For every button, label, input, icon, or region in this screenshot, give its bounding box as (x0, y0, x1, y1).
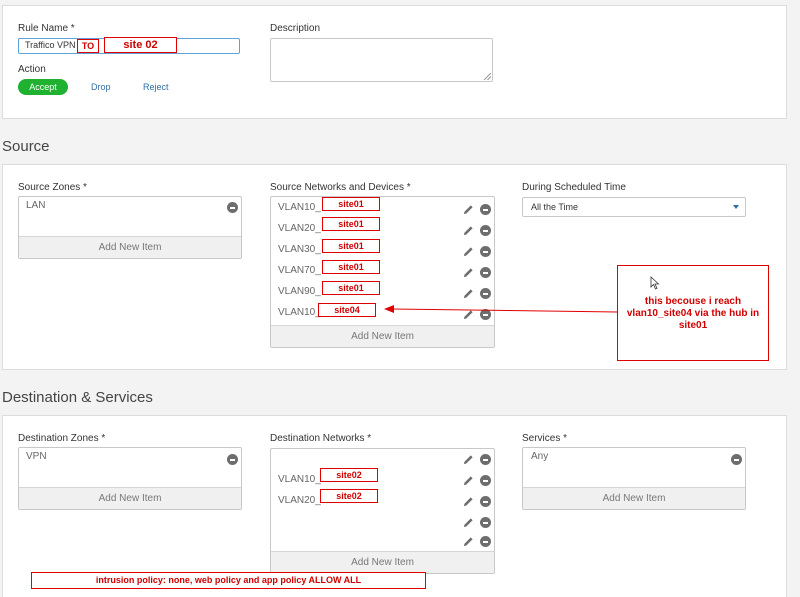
edit-icon[interactable] (463, 496, 474, 507)
edit-icon[interactable] (463, 517, 474, 528)
remove-icon[interactable] (731, 454, 742, 465)
annotation-dest-site: site02 (320, 489, 378, 503)
remove-icon[interactable] (227, 202, 238, 213)
list-item: VLAN10_ (271, 303, 494, 324)
reject-button[interactable]: Reject (143, 79, 169, 95)
list-item: VLAN90_ (271, 282, 494, 303)
add-new-item-button[interactable]: Add New Item (271, 551, 494, 573)
accept-button[interactable]: Accept (18, 79, 68, 95)
annotation-note: this becouse i reach vlan10_site04 via t… (626, 296, 760, 331)
mouse-cursor-icon (650, 276, 660, 290)
source-zones-list: LAN Add New Item (18, 196, 242, 259)
zone-value: LAN (26, 200, 46, 211)
destination-networks-list: VLAN10_ VLAN20_ Add New Item (270, 448, 495, 574)
add-new-item-button[interactable]: Add New Item (271, 325, 494, 347)
services-label: Services * (522, 433, 568, 444)
annotation-to: TO (77, 39, 99, 53)
annotation-note-box: this becouse i reach vlan10_site04 via t… (617, 265, 769, 361)
source-networks-list: VLAN10_ VLAN20_ VLAN30_ VLAN70_ VLAN90_ … (270, 196, 495, 348)
edit-icon[interactable] (463, 454, 474, 465)
destination-zones-list: VPN Add New Item (18, 447, 242, 510)
chevron-down-icon (733, 205, 739, 209)
annotation-policy: intrusion policy: none, web policy and a… (31, 572, 426, 589)
network-value: VLAN30_ (278, 244, 321, 255)
remove-icon[interactable] (480, 475, 491, 486)
list-item (271, 532, 494, 553)
action-label: Action (18, 64, 46, 75)
add-new-item-button[interactable]: Add New Item (523, 487, 745, 509)
schedule-value: All the Time (531, 202, 579, 212)
list-item (271, 449, 494, 470)
destination-panel: Destination Zones * VPN Add New Item Des… (2, 415, 787, 597)
destination-zones-label: Destination Zones * (18, 433, 106, 444)
network-value: VLAN10_ (278, 474, 321, 485)
annotation-source-site: site04 (318, 303, 376, 317)
remove-icon[interactable] (480, 496, 491, 507)
edit-icon[interactable] (463, 204, 474, 215)
destination-networks-label: Destination Networks * (270, 433, 372, 444)
source-zones-label: Source Zones * (18, 182, 87, 193)
remove-icon[interactable] (227, 454, 238, 465)
edit-icon[interactable] (463, 288, 474, 299)
schedule-label: During Scheduled Time (522, 182, 626, 193)
network-value: VLAN20_ (278, 223, 321, 234)
remove-icon[interactable] (480, 267, 491, 278)
edit-icon[interactable] (463, 309, 474, 320)
annotation-site-header: site 02 (104, 37, 177, 53)
destination-title: Destination & Services (2, 389, 153, 406)
remove-icon[interactable] (480, 309, 491, 320)
resize-grip-icon[interactable] (484, 73, 491, 80)
edit-icon[interactable] (463, 246, 474, 257)
list-item: Any (523, 448, 745, 469)
remove-icon[interactable] (480, 288, 491, 299)
annotation-source-site: site01 (322, 260, 380, 274)
list-item: VLAN10_ (271, 469, 494, 490)
schedule-select[interactable]: All the Time (522, 197, 746, 217)
list-item: VLAN10_ (271, 198, 494, 219)
service-value: Any (531, 451, 549, 462)
network-value: VLAN90_ (278, 286, 321, 297)
description-input[interactable] (270, 38, 493, 82)
source-title: Source (2, 138, 50, 155)
list-item: VPN (19, 448, 241, 469)
rule-name-value: Traffico VPN (25, 40, 76, 50)
network-value: VLAN20_ (278, 495, 321, 506)
network-value: VLAN10_ (278, 307, 321, 318)
remove-icon[interactable] (480, 517, 491, 528)
annotation-source-site: site01 (322, 217, 380, 231)
rule-name-label: Rule Name * (18, 23, 75, 34)
remove-icon[interactable] (480, 225, 491, 236)
list-item: VLAN20_ (271, 490, 494, 511)
list-item: VLAN70_ (271, 261, 494, 282)
zone-value: VPN (26, 451, 47, 462)
rule-panel: Rule Name * Traffico VPN Action Accept D… (2, 5, 787, 119)
network-value: VLAN70_ (278, 265, 321, 276)
list-item: LAN (19, 197, 241, 218)
remove-icon[interactable] (480, 536, 491, 547)
remove-icon[interactable] (480, 246, 491, 257)
list-item (271, 511, 494, 532)
annotation-source-site: site01 (322, 197, 380, 211)
edit-icon[interactable] (463, 475, 474, 486)
edit-icon[interactable] (463, 267, 474, 278)
network-value: VLAN10_ (278, 202, 321, 213)
drop-button[interactable]: Drop (91, 79, 111, 95)
services-list: Any Add New Item (522, 447, 746, 510)
description-label: Description (270, 23, 321, 34)
list-item: VLAN20_ (271, 219, 494, 240)
add-new-item-button[interactable]: Add New Item (19, 236, 241, 258)
remove-icon[interactable] (480, 204, 491, 215)
add-new-item-button[interactable]: Add New Item (19, 487, 241, 509)
source-networks-label: Source Networks and Devices * (270, 182, 411, 193)
remove-icon[interactable] (480, 454, 491, 465)
annotation-dest-site: site02 (320, 468, 378, 482)
edit-icon[interactable] (463, 225, 474, 236)
list-item: VLAN30_ (271, 240, 494, 261)
edit-icon[interactable] (463, 536, 474, 547)
annotation-source-site: site01 (322, 281, 380, 295)
annotation-source-site: site01 (322, 239, 380, 253)
